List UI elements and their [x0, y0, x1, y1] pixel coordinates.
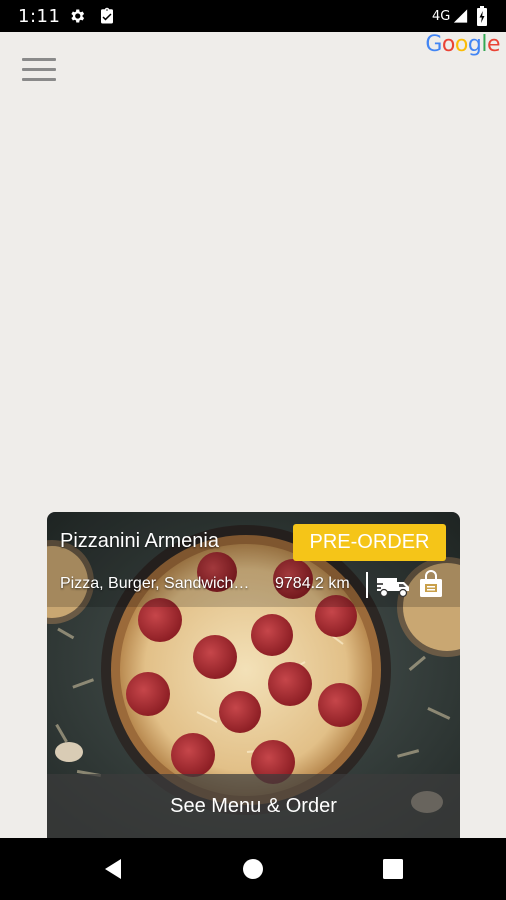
settings-icon [71, 9, 85, 23]
clipboard-check-icon [101, 7, 113, 24]
google-logo: Google [425, 32, 500, 57]
restaurant-card[interactable]: Pizzanini Armenia PRE-ORDER Pizza, Burge… [47, 512, 460, 842]
hamburger-menu-icon[interactable] [22, 55, 56, 85]
cuisine-list: Pizza, Burger, Sandwich… [60, 575, 250, 592]
divider [366, 572, 368, 598]
network-type: 4G [432, 9, 451, 24]
status-time: 1:11 [18, 6, 61, 27]
battery-icon [477, 6, 487, 26]
back-icon[interactable] [101, 856, 127, 882]
recents-icon[interactable] [380, 856, 406, 882]
takeaway-bag-icon [420, 570, 442, 597]
distance: 9784.2 km [275, 575, 350, 592]
preorder-button[interactable]: PRE-ORDER [293, 524, 446, 561]
status-bar: 1:11 4G [0, 0, 506, 32]
navigation-bar [0, 838, 506, 900]
restaurant-name: Pizzanini Armenia [60, 530, 219, 552]
home-icon[interactable] [240, 856, 266, 882]
delivery-truck-icon [377, 578, 409, 598]
see-menu-button[interactable]: See Menu & Order [47, 774, 460, 842]
signal-icon [453, 9, 468, 23]
